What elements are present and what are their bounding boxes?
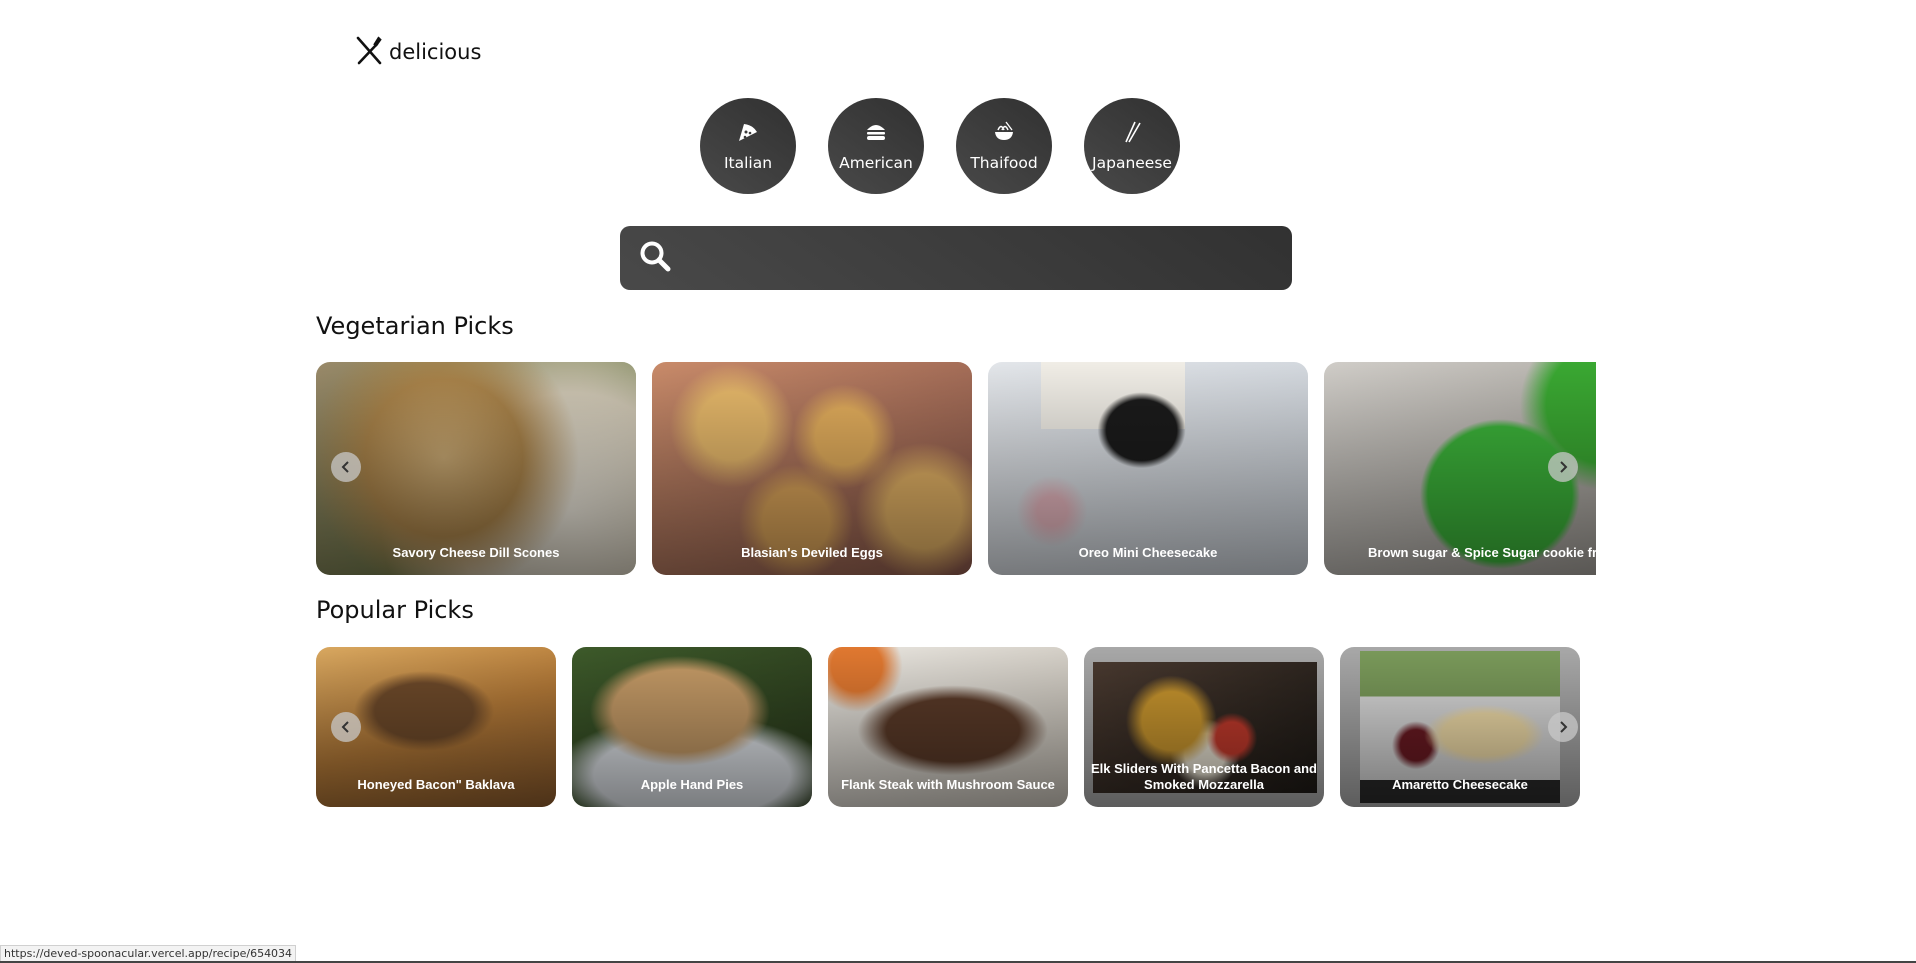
pizza-icon	[736, 120, 760, 154]
cuisine-categories: Italian American Thaifood Japaneese	[700, 98, 1180, 194]
recipe-card[interactable]: Blasian's Deviled Eggs	[652, 362, 972, 575]
popular-heading: Popular Picks	[316, 596, 474, 624]
status-url: https://deved-spoonacular.vercel.app/rec…	[0, 945, 297, 962]
card-overlay	[988, 362, 1308, 575]
category-thaifood[interactable]: Thaifood	[956, 98, 1052, 194]
chevron-right-icon	[1560, 461, 1568, 473]
search-input[interactable]	[684, 225, 1292, 291]
vegetarian-carousel: Savory Cheese Dill Scones Blasian's Devi…	[316, 362, 1596, 575]
recipe-title: Elk Sliders With Pancetta Bacon and Smok…	[1091, 761, 1317, 792]
carousel-next-button[interactable]	[1548, 452, 1578, 482]
recipe-card[interactable]: Apple Hand Pies	[572, 647, 812, 807]
recipe-title: Amaretto Cheesecake	[1392, 777, 1528, 792]
noodle-bowl-icon	[992, 120, 1016, 154]
card-overlay	[652, 362, 972, 575]
recipe-card[interactable]: Savory Cheese Dill Scones	[316, 362, 636, 575]
recipe-title: Blasian's Deviled Eggs	[741, 545, 883, 560]
category-japaneese[interactable]: Japaneese	[1084, 98, 1180, 194]
recipe-card[interactable]: Oreo Mini Cheesecake	[988, 362, 1308, 575]
vegetarian-heading: Vegetarian Picks	[316, 312, 514, 340]
category-label: American	[839, 154, 913, 172]
recipe-title: Brown sugar & Spice Sugar cookie frog	[1368, 545, 1596, 560]
search-bar	[620, 225, 1292, 291]
category-label: Thaifood	[970, 154, 1038, 172]
category-label: Italian	[723, 154, 773, 172]
recipe-card[interactable]: Elk Sliders With Pancetta Bacon and Smok…	[1084, 647, 1324, 807]
category-italian[interactable]: Italian	[700, 98, 796, 194]
logo[interactable]: delicious	[355, 35, 481, 69]
recipe-card[interactable]: Amaretto Cheesecake	[1340, 647, 1580, 807]
recipe-card[interactable]: Flank Steak with Mushroom Sauce	[828, 647, 1068, 807]
recipe-title: Honeyed Bacon" Baklava	[357, 777, 515, 792]
logo-text: delicious	[389, 40, 482, 64]
category-american[interactable]: American	[828, 98, 924, 194]
search-icon[interactable]	[620, 239, 672, 277]
fork-knife-icon	[355, 35, 383, 69]
recipe-title: Flank Steak with Mushroom Sauce	[841, 777, 1055, 792]
category-label: Japaneese	[1092, 154, 1172, 172]
chopsticks-icon	[1120, 120, 1144, 154]
chevron-right-icon	[1560, 721, 1568, 733]
carousel-prev-button[interactable]	[331, 452, 361, 482]
recipe-title: Savory Cheese Dill Scones	[392, 545, 560, 560]
card-overlay	[316, 362, 636, 575]
popular-carousel: Honeyed Bacon" Baklava Apple Hand Pies F…	[316, 647, 1582, 807]
chevron-left-icon	[341, 461, 349, 473]
burger-icon	[864, 120, 888, 154]
carousel-next-button[interactable]	[1548, 712, 1578, 742]
carousel-prev-button[interactable]	[331, 712, 361, 742]
recipe-title: Apple Hand Pies	[640, 777, 744, 792]
recipe-title: Oreo Mini Cheesecake	[1078, 545, 1218, 560]
chevron-left-icon	[341, 721, 349, 733]
